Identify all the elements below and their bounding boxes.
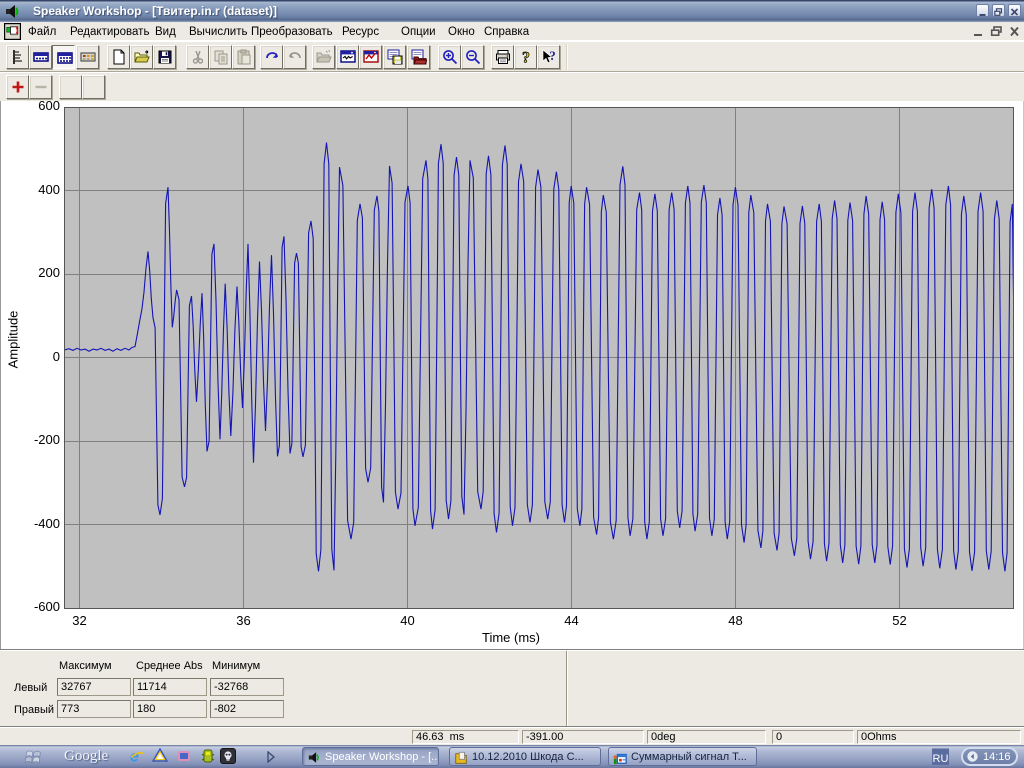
svg-text:?: ? <box>549 49 556 63</box>
svg-text:?: ? <box>522 50 530 66</box>
